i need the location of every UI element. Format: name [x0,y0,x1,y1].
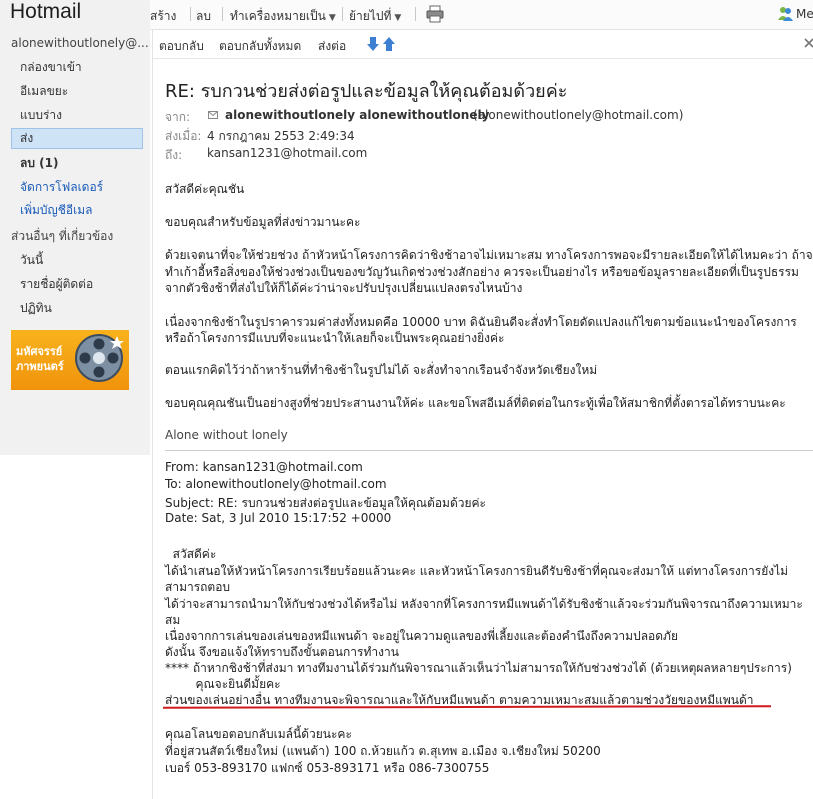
manage-folders-link[interactable]: จัดการโฟลเดอร์ [11,177,143,198]
create-button[interactable]: สร้าง [150,7,176,26]
from-label: จาก: [165,110,191,124]
reply-all-button[interactable]: ตอบกลับทั้งหมด [219,37,301,56]
command-bar: สร้าง ลบ ทำเครื่องหมายเป็น ▼ ย้ายไปที่ ▼ M… [150,0,813,30]
close-icon[interactable] [804,38,813,48]
from-email: (alonewithoutlonely@hotmail.com) [473,108,684,122]
signature: Alone without lonely [165,428,288,442]
quoted-date: Date: Sat, 3 Jul 2010 15:17:52 +0000 [165,511,392,525]
quoted-line: ได้ว่าจะสามารถนำมาให้กับช่วงช่วงได้หรือไ… [165,597,803,611]
brand-logo[interactable]: Hotmail [10,0,81,24]
move-to-label: ย้ายไปที่ [349,9,392,23]
quoted-line: ได้นำเสนอให้หัวหน้าโครงการเรียบร้อยแล้วน… [165,564,789,578]
sent-label: ส่งเมื่อ: [165,129,202,143]
from-name[interactable]: alonewithoutlonely alonewithoutlonely [225,108,489,122]
reply-button[interactable]: ตอบกลับ [159,37,204,56]
body-line: หรือถ้าโครงการมีแบบที่จะแนะนำให้เลยก็จะเ… [165,331,505,345]
related-item-today[interactable]: วันนี้ [11,250,143,271]
print-icon[interactable] [426,5,444,23]
message-subject: RE: รบกวนช่วยส่งต่อรูปและข้อมูลให้คุณต้อ… [165,81,568,102]
promo-banner[interactable]: มหัศจรรย์ ภาพยนตร์ [11,330,129,390]
forward-button[interactable]: ส่งต่อ [318,37,346,56]
body-line: ตอนแรกคิดไว้ว่าถ้าหาร้านที่ทำชิงช้าในรูป… [165,363,598,377]
account-email[interactable]: alonewithoutlonely@... [11,36,149,50]
messenger-icon[interactable] [777,6,793,22]
folder-deleted[interactable]: ลบ (1) [11,153,143,174]
body-line: สวัสดีค่ะคุณชัน [165,182,245,196]
delete-button[interactable]: ลบ [196,7,211,26]
sidebar: Hotmail alonewithoutlonely@... กล่องขาเข… [0,0,150,455]
promo-text: มหัศจรรย์ ภาพยนตร์ [16,345,64,373]
related-heading: ส่วนอื่นๆ ที่เกี่ยวข้อง [11,229,114,243]
message-actions-bar: ตอบกลับ ตอบกลับทั้งหมด ส่งต่อ [153,30,813,59]
quoted-from: From: kansan1231@hotmail.com [165,460,363,474]
toolbar-divider [415,7,416,21]
quoted-to: To: alonewithoutlonely@hotmail.com [165,477,387,491]
body-line: ขอบคุณคุณชันเป็นอย่างสูงที่ช่วยประสานงาน… [165,396,786,410]
messenger-label[interactable]: Me [796,7,813,21]
arrow-up-icon[interactable] [382,36,396,52]
arrow-down-icon[interactable] [366,36,380,52]
chevron-down-icon: ▼ [394,13,402,23]
add-email-account-link[interactable]: เพิ่มบัญชีอีเมล [11,200,143,221]
envelope-icon [208,111,218,119]
to-value: kansan1231@hotmail.com [207,146,368,160]
mark-as-label: ทำเครื่องหมายเป็น [230,9,326,23]
toolbar-divider [222,7,223,21]
related-item-calendar[interactable]: ปฏิทิน [11,298,143,319]
film-reel-icon [75,334,124,382]
body-line: ขอบคุณสำหรับข้อมูลที่ส่งข่าวมานะคะ [165,215,361,229]
body-line: จากตัวชิงช้าที่ส่งไปให้ก็ได้ค่ะว่าน่าจะป… [165,281,523,295]
sent-date: 4 กรกฎาคม 2553 2:49:34 [207,129,355,143]
folder-junk[interactable]: อีเมลขยะ [11,81,143,102]
mark-as-menu[interactable]: ทำเครื่องหมายเป็น ▼ [230,7,336,26]
folder-inbox[interactable]: กล่องขาเข้า [11,57,143,78]
toolbar-divider [342,7,343,21]
to-label: ถึง: [165,148,183,162]
reading-pane: ตอบกลับ ตอบกลับทั้งหมด ส่งต่อ RE: รบกวนช… [152,30,813,799]
toolbar-divider [190,7,191,21]
folder-sent[interactable]: ส่ง [11,128,143,149]
related-item-contacts[interactable]: รายชื่อผู้ติดต่อ [11,274,143,295]
move-to-menu[interactable]: ย้ายไปที่ ▼ [349,7,401,26]
quote-divider [165,450,813,451]
chevron-down-icon: ▼ [328,13,336,23]
folder-drafts[interactable]: แบบร่าง [11,105,143,126]
quoted-line: เบอร์ 053-893170 แฟกซ์ 053-893171 หรือ 0… [165,761,490,775]
